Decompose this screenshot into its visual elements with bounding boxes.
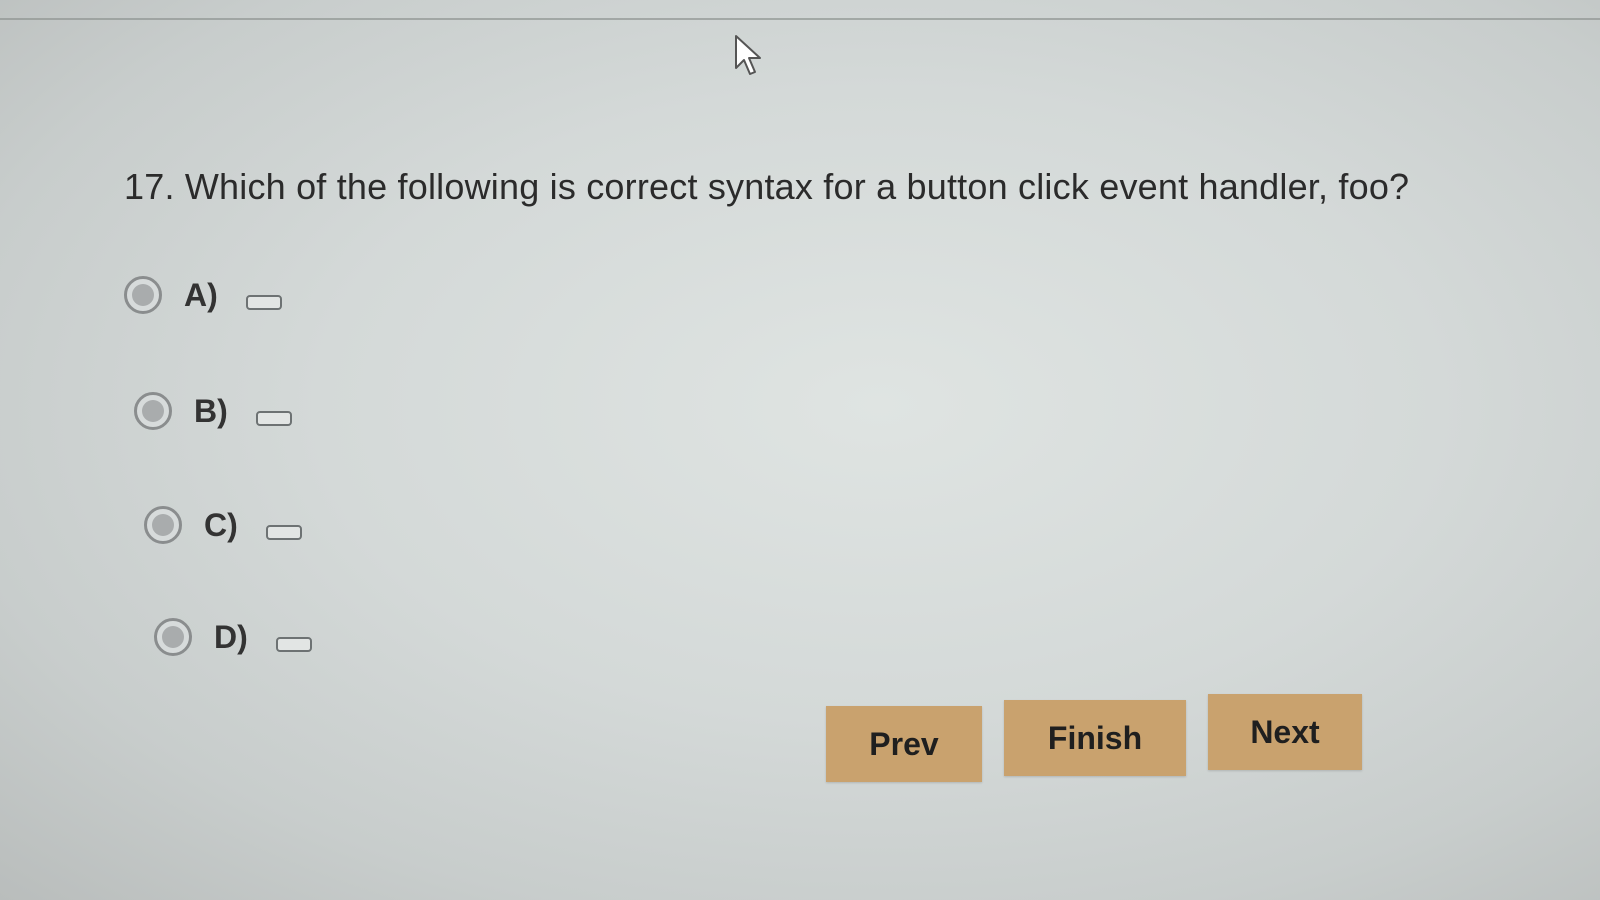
radio-a[interactable]	[124, 276, 162, 314]
radio-dot	[152, 514, 174, 536]
inline-code-placeholder	[265, 524, 302, 540]
option-d[interactable]: D)	[154, 618, 312, 656]
option-b-label: B)	[194, 392, 228, 429]
question-text: 17. Which of the following is correct sy…	[124, 166, 1410, 207]
option-c[interactable]: C)	[144, 506, 302, 544]
radio-dot	[162, 626, 184, 648]
inline-code-placeholder	[275, 636, 312, 652]
option-b[interactable]: B)	[134, 392, 292, 430]
top-divider	[0, 18, 1600, 20]
option-a[interactable]: A)	[124, 276, 282, 314]
radio-dot	[142, 400, 164, 422]
next-button[interactable]: Next	[1208, 694, 1362, 770]
option-d-label: D)	[214, 618, 248, 655]
option-c-label: C)	[204, 506, 238, 543]
inline-code-placeholder	[245, 294, 282, 310]
radio-dot	[132, 284, 154, 306]
inline-code-placeholder	[255, 410, 292, 426]
mouse-pointer-icon	[735, 35, 761, 75]
radio-c[interactable]	[144, 506, 182, 544]
prev-button[interactable]: Prev	[826, 706, 982, 782]
finish-button[interactable]: Finish	[1004, 700, 1186, 776]
radio-b[interactable]	[134, 392, 172, 430]
option-a-label: A)	[184, 276, 218, 313]
radio-d[interactable]	[154, 618, 192, 656]
